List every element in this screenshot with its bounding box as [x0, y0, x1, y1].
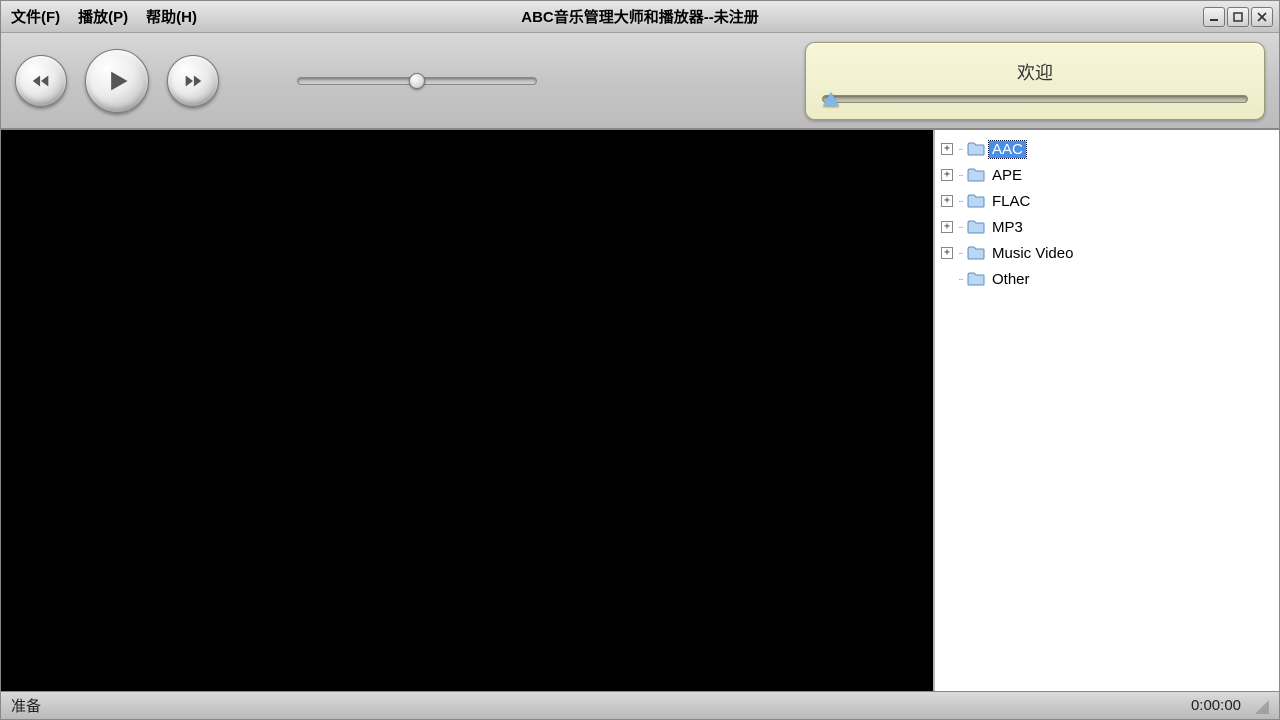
titlebar: 文件(F) 播放(P) 帮助(H) ABC音乐管理大师和播放器--未注册	[1, 1, 1279, 33]
menu-bar: 文件(F) 播放(P) 帮助(H)	[7, 4, 201, 29]
folder-icon	[967, 272, 985, 286]
play-icon	[103, 67, 131, 95]
tree-connector: ···	[958, 248, 962, 259]
folder-icon	[967, 142, 985, 156]
next-button[interactable]	[167, 55, 219, 107]
video-display[interactable]	[1, 130, 935, 691]
expand-icon[interactable]: +	[941, 195, 953, 207]
status-text: 准备	[11, 695, 41, 716]
volume-track	[822, 95, 1248, 103]
folder-icon	[967, 194, 985, 208]
folder-icon	[967, 168, 985, 182]
seek-thumb[interactable]	[409, 73, 425, 89]
expand-icon[interactable]: +	[941, 221, 953, 233]
seek-track	[297, 77, 537, 85]
menu-file[interactable]: 文件(F)	[7, 4, 64, 29]
next-icon	[182, 70, 204, 92]
tree-item-label: APE	[989, 167, 1025, 184]
tree-item[interactable]: + ··· AAC	[939, 136, 1275, 162]
tree-connector: ···	[958, 274, 962, 285]
tree-connector: ···	[958, 222, 962, 233]
info-title: 欢迎	[1017, 59, 1053, 85]
tree-item-label: AAC	[989, 141, 1026, 158]
tree-connector: ···	[958, 144, 962, 155]
playback-controls	[15, 49, 219, 113]
close-icon	[1257, 12, 1267, 22]
tree-leaf-indent	[941, 273, 953, 285]
previous-icon	[30, 70, 52, 92]
tree-connector: ···	[958, 170, 962, 181]
maximize-button[interactable]	[1227, 7, 1249, 27]
previous-button[interactable]	[15, 55, 67, 107]
app-window: 文件(F) 播放(P) 帮助(H) ABC音乐管理大师和播放器--未注册	[0, 0, 1280, 720]
tree-item-label: Other	[989, 271, 1033, 288]
minimize-button[interactable]	[1203, 7, 1225, 27]
maximize-icon	[1233, 12, 1243, 22]
menu-help-label: 帮助(H)	[146, 9, 197, 26]
tree-item[interactable]: + ··· APE	[939, 162, 1275, 188]
tree-item-label: MP3	[989, 219, 1026, 236]
menu-file-label: 文件(F)	[11, 9, 60, 26]
play-button[interactable]	[85, 49, 149, 113]
expand-icon[interactable]: +	[941, 169, 953, 181]
folder-icon	[967, 246, 985, 260]
folder-icon	[967, 220, 985, 234]
content-area: + ··· AAC + ··· APE + ··· FLAC + ··· MP3 + ··· Music V…	[1, 129, 1279, 691]
expand-icon[interactable]: +	[941, 143, 953, 155]
seek-slider[interactable]	[297, 77, 597, 85]
tree-item[interactable]: ··· Other	[939, 266, 1275, 292]
tree-item-label: Music Video	[989, 245, 1076, 262]
resize-grip[interactable]	[1253, 698, 1269, 714]
category-tree[interactable]: + ··· AAC + ··· APE + ··· FLAC + ··· MP3 + ··· Music V…	[935, 130, 1279, 691]
tree-connector: ···	[958, 196, 962, 207]
menu-play-label: 播放(P)	[78, 9, 128, 26]
menu-play[interactable]: 播放(P)	[74, 4, 132, 29]
volume-slider[interactable]	[822, 95, 1248, 103]
tree-item[interactable]: + ··· MP3	[939, 214, 1275, 240]
volume-thumb[interactable]	[823, 92, 839, 106]
tree-item-label: FLAC	[989, 193, 1033, 210]
window-controls	[1203, 7, 1273, 27]
menu-help[interactable]: 帮助(H)	[142, 4, 201, 29]
info-panel: 欢迎	[805, 42, 1265, 120]
toolbar: 欢迎	[1, 33, 1279, 129]
expand-icon[interactable]: +	[941, 247, 953, 259]
close-button[interactable]	[1251, 7, 1273, 27]
tree-item[interactable]: + ··· Music Video	[939, 240, 1275, 266]
status-bar: 准备 0:00:00	[1, 691, 1279, 719]
minimize-icon	[1209, 12, 1219, 22]
tree-item[interactable]: + ··· FLAC	[939, 188, 1275, 214]
status-time: 0:00:00	[1191, 697, 1241, 714]
